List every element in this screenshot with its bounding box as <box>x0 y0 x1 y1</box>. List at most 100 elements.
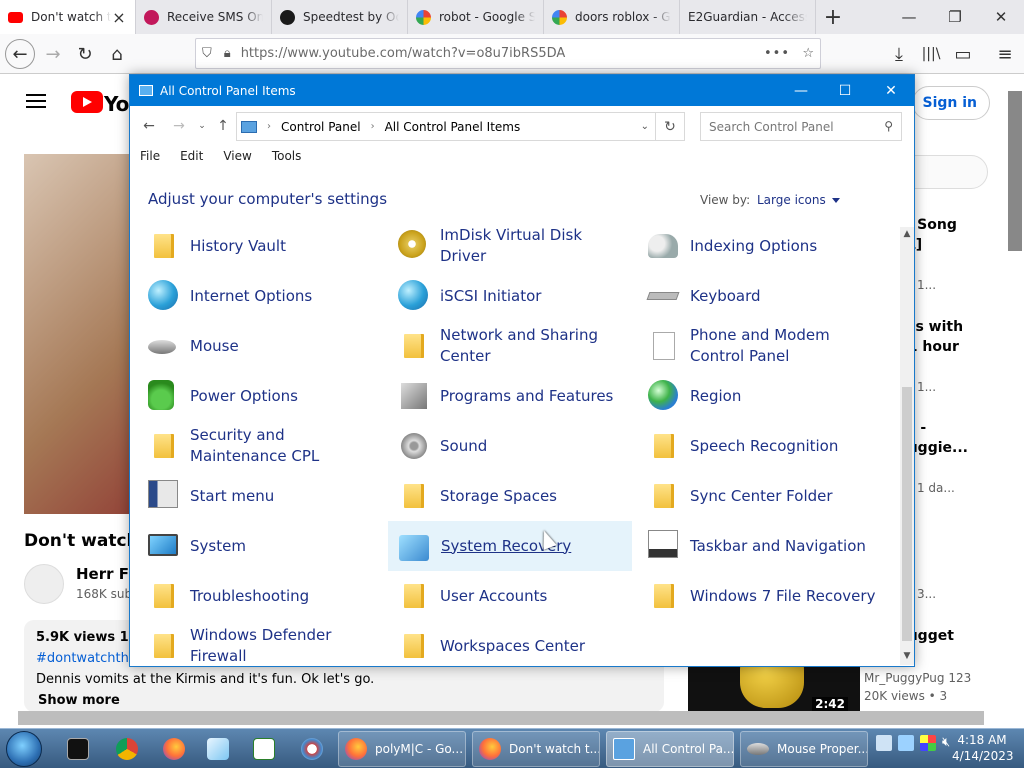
start-button-icon[interactable] <box>6 731 42 767</box>
youtube-favicon-icon <box>8 11 23 23</box>
breadcrumb-chevron-icon[interactable]: › <box>371 121 375 132</box>
reload-icon[interactable]: ↻ <box>70 39 100 69</box>
terminal-icon[interactable] <box>60 733 96 765</box>
cp-item[interactable]: History Vault <box>138 227 382 271</box>
shield-icon[interactable]: ⛉ <box>202 46 212 61</box>
hamburger-menu-icon[interactable]: ≡ <box>990 39 1020 69</box>
menu-edit[interactable]: Edit <box>170 146 213 168</box>
up-arrow-icon[interactable]: ↑ <box>214 118 232 134</box>
page-scrollbar[interactable] <box>1008 91 1022 251</box>
browser-tab[interactable]: robot - Google Se <box>408 0 544 34</box>
show-more-button[interactable]: Show more <box>38 693 120 708</box>
back-arrow-icon[interactable]: ← <box>140 118 158 134</box>
menu-view[interactable]: View <box>213 146 261 168</box>
cp-item[interactable]: Sound <box>388 421 632 471</box>
scroll-down-icon[interactable]: ▼ <box>901 651 913 663</box>
refresh-icon[interactable]: ↻ <box>656 112 685 141</box>
breadcrumb-control-panel[interactable]: Control Panel <box>281 120 361 134</box>
scroll-up-icon[interactable]: ▲ <box>901 229 913 241</box>
chrome-icon[interactable] <box>109 733 145 765</box>
cp-item[interactable]: Troubleshooting <box>138 571 382 621</box>
sign-in-button[interactable]: Sign in <box>912 86 990 120</box>
cp-item[interactable]: Windows Defender Firewall <box>138 621 382 665</box>
breadcrumb-chevron-icon[interactable]: › <box>267 121 271 132</box>
cp-item[interactable]: Windows 7 File Recovery <box>638 571 882 621</box>
forward-arrow-icon[interactable]: → <box>170 118 188 134</box>
display-icon[interactable] <box>898 735 914 751</box>
page-title: Adjust your computer's settings <box>148 190 388 208</box>
cp-item[interactable]: Network and Sharing Center <box>388 321 632 371</box>
maximize-icon[interactable]: ❐ <box>932 0 978 34</box>
vertical-scrollbar[interactable]: ▲ ▼ <box>900 227 914 665</box>
cp-item[interactable]: Sync Center Folder <box>638 471 882 521</box>
close-icon[interactable]: ✕ <box>978 0 1024 34</box>
paint-icon[interactable] <box>294 733 330 765</box>
maximize-icon[interactable]: ☐ <box>822 75 868 106</box>
minimize-icon[interactable]: — <box>778 75 824 106</box>
cp-item[interactable]: Keyboard <box>638 271 882 321</box>
view-by-dropdown[interactable]: Large icons <box>757 193 840 207</box>
library-icon[interactable]: |||\ <box>916 39 946 69</box>
cp-item[interactable]: iSCSI Initiator <box>388 271 632 321</box>
sidebar-icon[interactable]: ▭ <box>948 39 978 69</box>
address-box[interactable]: › Control Panel › All Control Panel Item… <box>236 112 656 141</box>
close-icon[interactable]: ✕ <box>868 75 914 106</box>
menu-file[interactable]: File <box>130 146 170 168</box>
minimize-icon[interactable]: — <box>886 0 932 34</box>
cp-item[interactable]: Taskbar and Navigation <box>638 521 882 571</box>
browser-tab[interactable]: Speedtest by Ook <box>272 0 408 34</box>
cp-item[interactable]: Storage Spaces <box>388 471 632 521</box>
cp-item[interactable]: System <box>138 521 382 571</box>
window-tool-icon[interactable] <box>200 733 236 765</box>
cp-item[interactable]: System Recovery <box>388 521 632 571</box>
cp-item[interactable]: Security and Maintenance CPL <box>138 421 382 471</box>
hamburger-icon[interactable] <box>26 94 46 108</box>
hashtag-link[interactable]: #dontwatchthis <box>36 651 139 666</box>
page-actions-icon[interactable]: ••• <box>764 46 790 61</box>
url-bar[interactable]: ⛉ 🔒︎ https://www.youtube.com/watch?v=o8u… <box>195 38 821 69</box>
new-tab-button[interactable]: + <box>816 0 850 34</box>
browser-tab[interactable]: Don't watch t × <box>0 0 136 34</box>
back-arrow-icon[interactable]: ← <box>5 39 35 69</box>
menu-tools[interactable]: Tools <box>262 146 312 168</box>
cp-item[interactable]: Workspaces Center <box>388 621 632 665</box>
address-dropdown-icon[interactable]: ⌄ <box>641 121 649 132</box>
cp-item[interactable]: Phone and Modem Control Panel <box>638 321 882 371</box>
browser-tab[interactable]: E2Guardian - Access <box>680 0 816 34</box>
taskbar-button[interactable]: Don't watch t... <box>472 731 600 767</box>
search-icon[interactable]: ⚲ <box>884 119 893 133</box>
cp-item[interactable]: Internet Options <box>138 271 382 321</box>
task-manager-icon[interactable] <box>246 733 282 765</box>
clock[interactable]: 4:18 AM 4/14/2023 <box>952 732 1014 764</box>
cp-item[interactable]: Programs and Features <box>388 371 632 421</box>
taskbar-button[interactable]: All Control Pa... <box>606 731 734 767</box>
cp-item[interactable]: Speech Recognition <box>638 421 882 471</box>
horizontal-scrollbar[interactable] <box>18 711 984 725</box>
tab-close-icon[interactable]: × <box>111 8 127 27</box>
bookmark-star-icon[interactable]: ☆ <box>802 46 814 61</box>
search-input[interactable]: Search Control Panel ⚲ <box>700 112 902 141</box>
cp-item[interactable]: User Accounts <box>388 571 632 621</box>
taskbar-button[interactable]: polyM|C - Go... <box>338 731 466 767</box>
avatar[interactable] <box>24 564 64 604</box>
color-icon[interactable] <box>920 735 936 751</box>
breadcrumb-all-items[interactable]: All Control Panel Items <box>385 120 521 134</box>
forward-arrow-icon[interactable]: → <box>38 39 68 69</box>
taskbar-button[interactable]: Mouse Proper... <box>740 731 868 767</box>
cp-item[interactable]: Start menu <box>138 471 382 521</box>
youtube-logo-icon[interactable] <box>71 91 103 113</box>
browser-tab[interactable]: Receive SMS Onli <box>136 0 272 34</box>
cp-item[interactable]: Mouse <box>138 321 382 371</box>
recent-chevron-icon[interactable]: ⌄ <box>193 121 211 131</box>
cp-item[interactable]: Region <box>638 371 882 421</box>
scrollbar-thumb[interactable] <box>902 387 912 641</box>
cp-item[interactable]: ImDisk Virtual Disk Driver <box>388 227 632 271</box>
network-icon[interactable] <box>876 735 892 751</box>
firefox-icon[interactable] <box>156 733 192 765</box>
title-bar[interactable]: All Control Panel Items — ☐ ✕ <box>130 75 914 106</box>
cp-item[interactable]: Power Options <box>138 371 382 421</box>
download-icon[interactable]: ⤓ <box>884 39 914 69</box>
home-icon[interactable]: ⌂ <box>102 39 132 69</box>
browser-tab[interactable]: doors roblox - Go <box>544 0 680 34</box>
cp-item[interactable]: Indexing Options <box>638 227 882 271</box>
